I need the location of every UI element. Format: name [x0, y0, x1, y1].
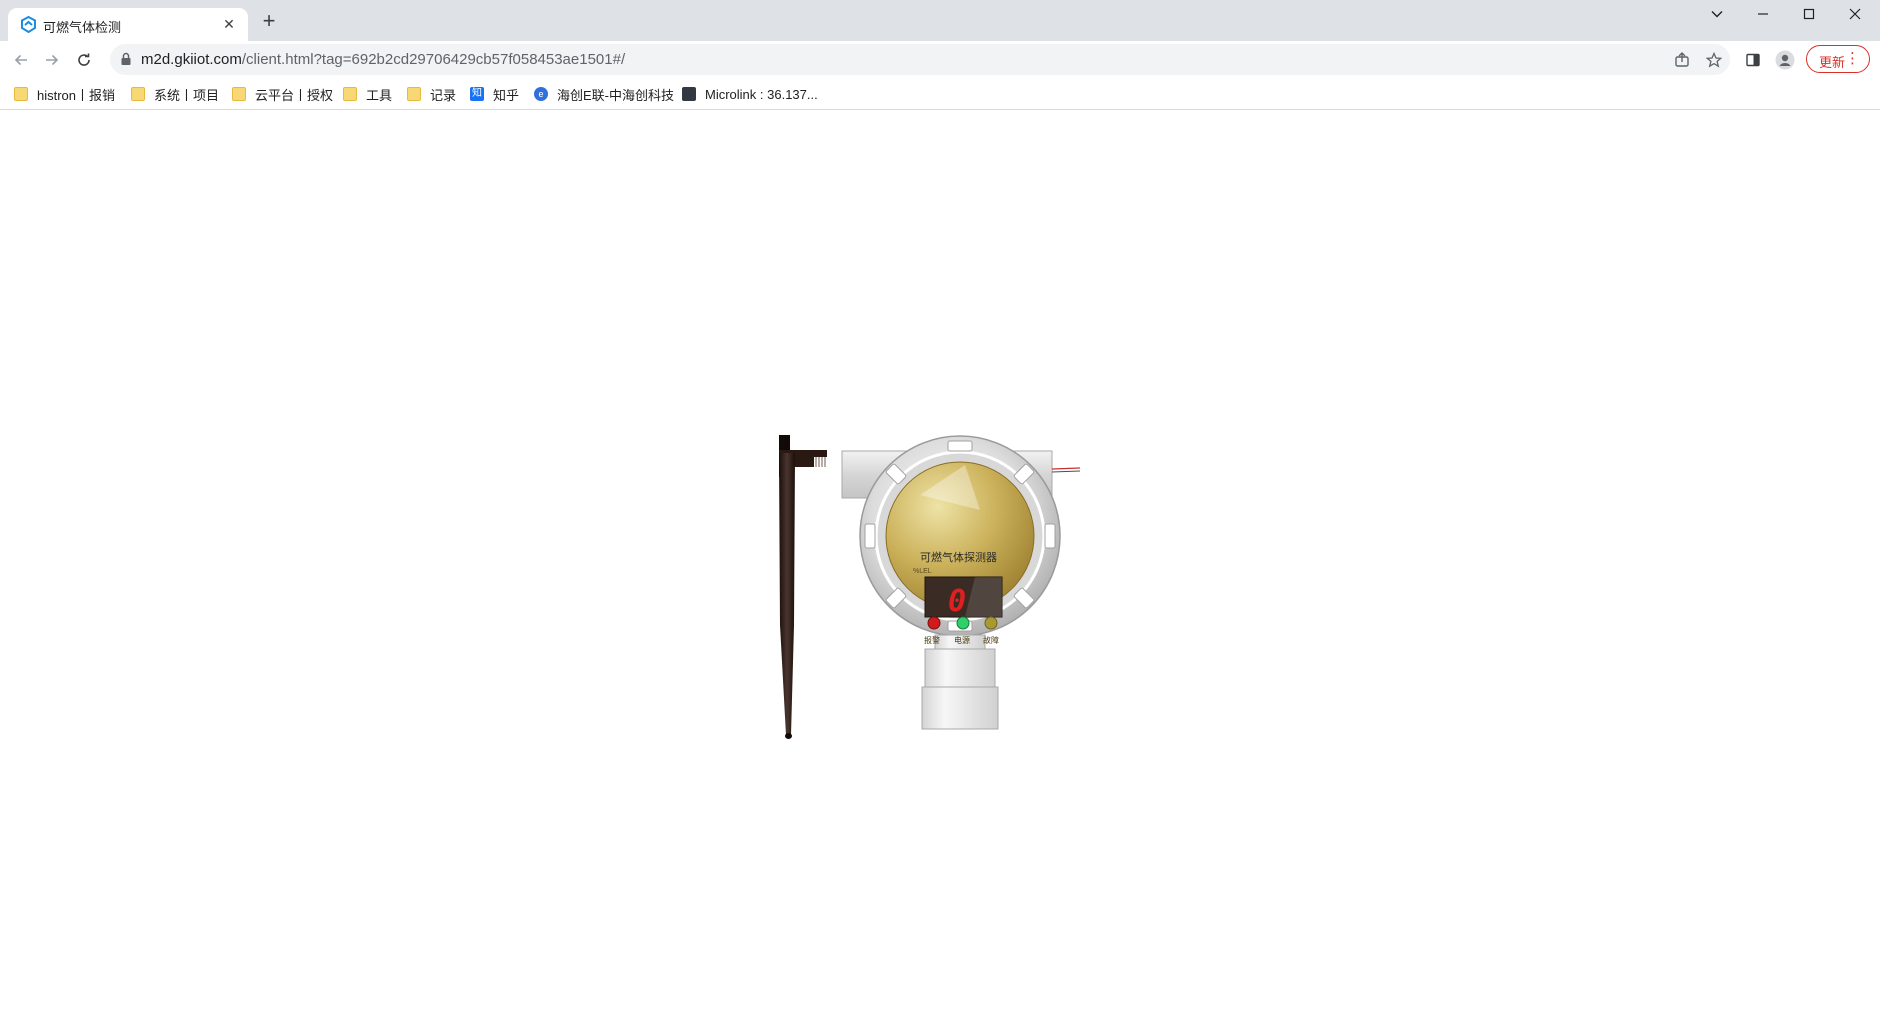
address-bar[interactable]: m2d.gkiiot.com/client.html?tag=692b2cd29… [110, 44, 1730, 75]
more-menu-icon: ⋮ [1845, 50, 1860, 67]
antenna-tip [785, 733, 792, 739]
folder-icon [407, 87, 421, 101]
reload-button[interactable] [71, 47, 97, 73]
bookmark-label: 记录 [430, 87, 457, 103]
detector-unit: %LEL [913, 568, 932, 575]
antenna-rod [779, 453, 795, 735]
gas-detector-widget[interactable]: 可燃气体探测器 %LEL 0 报警 电源 故障 [770, 435, 1120, 795]
update-label: 更新 [1819, 55, 1846, 70]
bookmark-label: 知乎 [493, 87, 520, 103]
tab-active[interactable]: 可燃气体检测 ✕ [8, 8, 248, 41]
tab-close-icon[interactable]: ✕ [220, 15, 238, 33]
close-icon [1849, 8, 1861, 20]
bookmarks-bar: histron丨报销 系统丨项目 云平台丨授权 工具 记录 知 知乎 e 海创E… [0, 78, 1880, 110]
url-text[interactable]: m2d.gkiiot.com/client.html?tag=692b2cd29… [141, 51, 625, 68]
fault-label: 故障 [983, 636, 999, 645]
bookmark-label: 系统丨项目 [154, 87, 220, 103]
back-button[interactable] [8, 47, 34, 73]
chevron-down-icon [1711, 11, 1723, 18]
gkiiot-logo-icon [20, 15, 37, 34]
alarm-led [927, 616, 941, 630]
maximize-icon [1803, 8, 1815, 20]
bookmark-histron[interactable]: histron丨报销 [14, 84, 115, 104]
bookmark-label: 海创E联-中海创科技 [557, 87, 675, 103]
alarm-label: 报警 [924, 636, 940, 645]
signal-wire [1051, 467, 1081, 473]
bookmark-records[interactable]: 记录 [407, 84, 456, 104]
share-icon[interactable] [1672, 50, 1692, 70]
bookmark-label: 工具 [366, 87, 393, 103]
bookmark-zhihu[interactable]: 知 知乎 [470, 84, 519, 104]
url-host: m2d.gkiiot.com [141, 51, 242, 68]
minimize-button[interactable] [1740, 0, 1786, 28]
toolbar: m2d.gkiiot.com/client.html?tag=692b2cd29… [0, 41, 1880, 78]
haichuang-icon: e [534, 87, 548, 101]
bookmark-microlink[interactable]: Microlink : 36.137... [682, 84, 818, 104]
microlink-icon [682, 87, 696, 101]
bookmark-label: Microlink : 36.137... [705, 86, 818, 102]
arrow-left-icon [14, 54, 27, 66]
new-tab-button[interactable]: + [258, 10, 280, 33]
side-panel-icon[interactable] [1743, 50, 1763, 70]
tab-search-button[interactable] [1694, 0, 1740, 28]
lock-icon[interactable] [120, 52, 132, 71]
minimize-icon [1758, 13, 1768, 15]
power-label: 电源 [954, 636, 970, 645]
forward-button[interactable] [39, 47, 65, 73]
bookmark-label: 云平台丨授权 [255, 87, 334, 103]
bookmark-tools[interactable]: 工具 [343, 84, 392, 104]
folder-icon [232, 87, 246, 101]
detector-reading: 0 [948, 584, 967, 619]
detector-title: 可燃气体探测器 [920, 552, 997, 564]
close-window-button[interactable] [1832, 0, 1878, 28]
reload-icon [78, 53, 90, 66]
sensor-upper [924, 648, 996, 688]
arrow-right-icon [46, 54, 59, 66]
bookmark-star-icon[interactable] [1704, 50, 1724, 70]
bookmark-haichuang[interactable]: e 海创E联-中海创科技 [534, 84, 674, 104]
bookmark-cloud[interactable]: 云平台丨授权 [232, 84, 333, 104]
bookmark-label: histron丨报销 [37, 87, 116, 103]
folder-icon [131, 87, 145, 101]
tab-strip: 可燃气体检测 ✕ + [0, 0, 1880, 41]
zhihu-icon: 知 [470, 87, 484, 101]
gas-detector-graphic [779, 435, 1081, 739]
maximize-button[interactable] [1786, 0, 1832, 28]
url-path: /client.html?tag=692b2cd29706429cb57f058… [241, 51, 626, 68]
page-content: 可燃气体探测器 %LEL 0 报警 电源 故障 [0, 110, 1880, 1027]
fault-led [984, 616, 998, 630]
profile-avatar-icon[interactable] [1775, 50, 1795, 70]
tab-title: 可燃气体检测 [43, 20, 122, 35]
folder-icon [14, 87, 28, 101]
bookmark-system[interactable]: 系统丨项目 [131, 84, 219, 104]
sensor-lower [921, 686, 999, 730]
update-button[interactable]: 更新 ⋮ [1806, 45, 1870, 73]
folder-icon [343, 87, 357, 101]
